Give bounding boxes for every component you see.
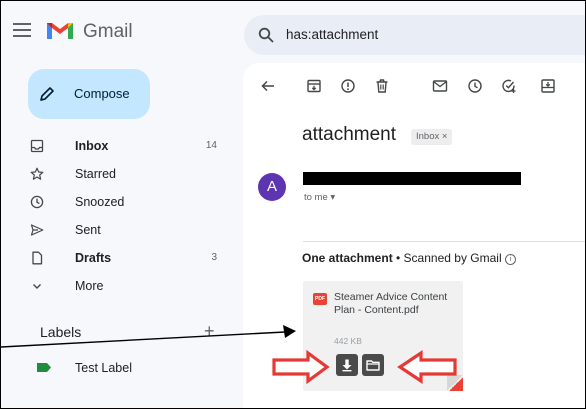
annotation-overlay bbox=[1, 325, 457, 385]
pointer-line bbox=[1, 331, 286, 348]
gmail-window: Gmail has:attachment Compose Inbox 14 St… bbox=[0, 0, 586, 409]
pointer-arrowhead bbox=[283, 325, 296, 338]
left-pointing-arrow-icon bbox=[397, 350, 457, 384]
right-pointing-arrow-icon bbox=[272, 349, 330, 385]
